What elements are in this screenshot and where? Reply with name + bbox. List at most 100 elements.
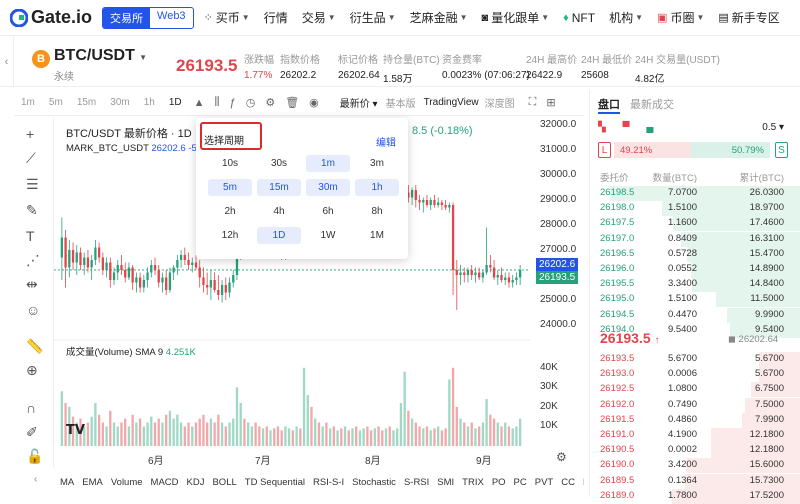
latest-price-select[interactable]: 最新价 ▾ (340, 95, 378, 110)
timeframe-5m[interactable]: 5m (49, 97, 63, 108)
period-option-15m[interactable]: 15m (257, 179, 301, 196)
lock-draw-icon[interactable]: ✐ (26, 424, 38, 441)
period-option-30m[interactable]: 30m (306, 179, 350, 196)
order-row[interactable]: 26198.0 1.5100 18.9700 (590, 201, 800, 217)
period-option-12h[interactable]: 12h (208, 227, 252, 244)
lock-icon[interactable]: 🔓 (26, 448, 43, 465)
settings-icon[interactable]: ⚙ (265, 96, 275, 109)
period-option-8h[interactable]: 8h (355, 203, 399, 220)
order-row[interactable]: 26189.0 1.7800 17.5200 (590, 488, 800, 504)
indicator-7[interactable]: RSI-S-I (313, 477, 344, 488)
indicator-16[interactable]: KO (583, 477, 584, 488)
basic-version-tab[interactable]: 基本版 (386, 95, 416, 110)
indicator-icon[interactable]: ƒ (230, 97, 236, 109)
order-row[interactable]: 26192.5 1.0800 6.7500 (590, 382, 800, 398)
pattern-icon[interactable]: ⋰ (26, 252, 40, 269)
order-row[interactable]: 26193.0 0.0006 5.6700 (590, 367, 800, 383)
collapse-handle[interactable]: ‹ (0, 37, 14, 87)
trash-icon[interactable]: 🗑 (285, 96, 299, 109)
nav-item-6[interactable]: ♦ NFT (563, 9, 595, 26)
trendline-icon[interactable]: ⟋ (26, 150, 36, 167)
indicator-4[interactable]: KDJ (187, 477, 205, 488)
text-icon[interactable]: T (26, 228, 35, 244)
order-row[interactable]: 26196.0 0.0552 14.8900 (590, 262, 800, 277)
order-row[interactable]: 26193.5 5.6700 5.6700 (590, 352, 800, 367)
order-row[interactable]: 26191.0 4.1900 12.1800 (590, 428, 800, 443)
indicator-5[interactable]: BOLL (212, 477, 236, 488)
tab-latest-trades[interactable]: 最新成交 (630, 99, 674, 111)
order-row[interactable]: 26196.5 0.5728 15.4700 (590, 246, 800, 262)
nav-item-8[interactable]: ▣ 币圈 ▼ (657, 9, 704, 26)
order-row[interactable]: 26197.0 0.8409 16.3100 (590, 231, 800, 247)
order-row[interactable]: 26195.0 1.5100 11.5000 (590, 292, 800, 308)
pair-selector[interactable]: BTC/USDT ▼ (54, 47, 147, 65)
seg-exchange[interactable]: 交易所 (103, 7, 151, 28)
price-axis[interactable]: 32000.0 31000.0 30000.0 29000.0 28000.0 27000… (530, 118, 584, 448)
emoji-icon[interactable]: ☺ (26, 302, 40, 318)
indicator-13[interactable]: PC (514, 477, 527, 488)
timeframe-1m[interactable]: 1m (21, 97, 35, 108)
nav-item-1[interactable]: 行情 (264, 9, 288, 26)
caret-up-icon[interactable]: ▲ (194, 97, 205, 109)
period-option-30s[interactable]: 30s (257, 155, 301, 172)
order-row[interactable]: 26192.0 0.7490 7.5000 (590, 397, 800, 413)
indicator-11[interactable]: TRIX (462, 477, 484, 488)
scroll-left-icon[interactable]: ‹ (34, 474, 37, 485)
nav-item-3[interactable]: 衍生品 ▼ (350, 9, 396, 26)
indicator-14[interactable]: PVT (535, 477, 553, 488)
candle-type-icon[interactable]: ⫼ (215, 96, 220, 109)
order-row[interactable]: 26189.5 0.1364 15.7300 (590, 473, 800, 489)
tradingview-tab[interactable]: TradingView (424, 97, 479, 108)
timeframe-15m[interactable]: 15m (77, 97, 96, 108)
horizontal-lines-icon[interactable]: ☰ (26, 176, 39, 193)
period-option-1W[interactable]: 1W (306, 227, 350, 244)
ruler-icon[interactable]: 📏 (26, 338, 43, 355)
gate-logo[interactable]: Gate.io (10, 7, 92, 28)
camera-icon[interactable]: ◉ (309, 96, 319, 109)
nav-item-2[interactable]: 交易 ▼ (302, 9, 336, 26)
indicator-3[interactable]: MACD (151, 477, 179, 488)
tab-orderbook[interactable]: 盘口 (598, 99, 620, 111)
magnet-icon[interactable]: ∩ (26, 400, 36, 416)
timeframe-1h[interactable]: 1h (144, 97, 155, 108)
zoom-in-icon[interactable]: ⊕ (26, 362, 38, 379)
timeframe-1D[interactable]: 1D (169, 97, 182, 108)
indicator-9[interactable]: S-RSI (404, 477, 429, 488)
clock-icon[interactable]: ◷ (246, 96, 256, 109)
period-option-10s[interactable]: 10s (208, 155, 252, 172)
period-option-3m[interactable]: 3m (355, 155, 399, 172)
indicator-1[interactable]: EMA (82, 477, 103, 488)
precision-select[interactable]: 0.5 ▾ (762, 122, 784, 133)
order-row[interactable]: 26195.5 3.3400 14.8400 (590, 277, 800, 293)
order-row[interactable]: 26197.5 1.1600 17.4600 (590, 216, 800, 232)
period-option-1h[interactable]: 1h (355, 179, 399, 196)
indicator-6[interactable]: TD Sequential (245, 477, 305, 488)
period-option-2h[interactable]: 2h (208, 203, 252, 220)
period-option-1m[interactable]: 1m (306, 155, 350, 172)
order-row[interactable]: 26190.0 3.4200 15.6000 (590, 458, 800, 474)
indicator-12[interactable]: PO (492, 477, 506, 488)
orderbook-view-icons[interactable]: ▚ ▀ ▄ (598, 122, 653, 133)
chart-settings-icon[interactable]: ⚙ (556, 450, 567, 464)
time-axis[interactable]: 6月 7月 8月 9月 (54, 448, 530, 467)
seg-web3[interactable]: Web3 (150, 8, 193, 28)
crosshair-icon[interactable]: + (26, 126, 34, 142)
nav-item-5[interactable]: ◙ 量化跟单 ▼ (482, 9, 550, 26)
period-option-5m[interactable]: 5m (208, 179, 252, 196)
period-option-1D[interactable]: 1D (257, 227, 301, 244)
period-option-4h[interactable]: 4h (257, 203, 301, 220)
fullscreen-icon[interactable]: ⛶ (529, 96, 537, 109)
depth-tab[interactable]: 深度图 (485, 95, 515, 110)
indicator-0[interactable]: MA (60, 477, 74, 488)
indicator-8[interactable]: Stochastic (352, 477, 396, 488)
measure-icon[interactable]: ⇹ (26, 276, 38, 293)
indicator-15[interactable]: CC (561, 477, 575, 488)
nav-item-4[interactable]: 芝麻金融 ▼ (410, 9, 468, 26)
nav-item-0[interactable]: ⁘ 买币 ▼ (204, 9, 250, 26)
brush-icon[interactable]: ✎ (26, 202, 38, 219)
nav-item-9[interactable]: ▤ 新手专区 (718, 9, 779, 26)
period-option-6h[interactable]: 6h (306, 203, 350, 220)
indicator-10[interactable]: SMI (437, 477, 454, 488)
layout-icon[interactable]: ⊞ (546, 96, 555, 109)
edit-periods-button[interactable]: 编辑 (376, 134, 396, 149)
